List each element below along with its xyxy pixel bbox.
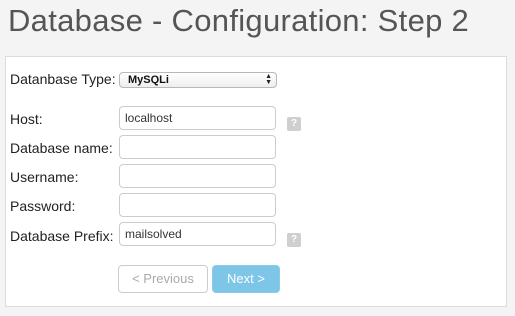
- host-label: Host:: [10, 111, 43, 127]
- prefix-row: Database Prefix:: [10, 228, 118, 244]
- username-label: Username:: [10, 169, 79, 185]
- prefix-label: Database Prefix:: [10, 228, 114, 244]
- username-row: Username:: [10, 169, 118, 185]
- db-type-row: Datanbase Type:: [10, 71, 118, 87]
- next-button[interactable]: Next >: [212, 265, 280, 293]
- select-arrows-icon: ▲ ▼: [265, 73, 272, 86]
- prefix-help-icon[interactable]: ?: [287, 233, 301, 247]
- config-panel: Datanbase Type: MySQLi ▲▼ Host: ? Databa…: [5, 56, 507, 307]
- host-help-icon[interactable]: ?: [287, 117, 301, 131]
- password-label: Password:: [10, 198, 76, 214]
- password-row: Password:: [10, 198, 118, 214]
- db-name-input[interactable]: [119, 135, 276, 159]
- password-input[interactable]: [119, 193, 276, 217]
- db-name-label: Database name:: [10, 140, 113, 156]
- db-name-row: Database name:: [10, 140, 118, 156]
- previous-button[interactable]: < Previous: [118, 265, 208, 293]
- prefix-input[interactable]: [119, 222, 276, 246]
- db-type-label: Datanbase Type:: [10, 71, 116, 87]
- username-input[interactable]: [119, 164, 276, 188]
- db-type-select[interactable]: MySQLi ▲ ▼: [119, 72, 277, 88]
- db-type-value: MySQLi: [128, 74, 169, 86]
- host-input[interactable]: [119, 106, 276, 130]
- page-title: Database - Configuration: Step 2: [8, 3, 470, 38]
- host-row: Host:: [10, 111, 118, 127]
